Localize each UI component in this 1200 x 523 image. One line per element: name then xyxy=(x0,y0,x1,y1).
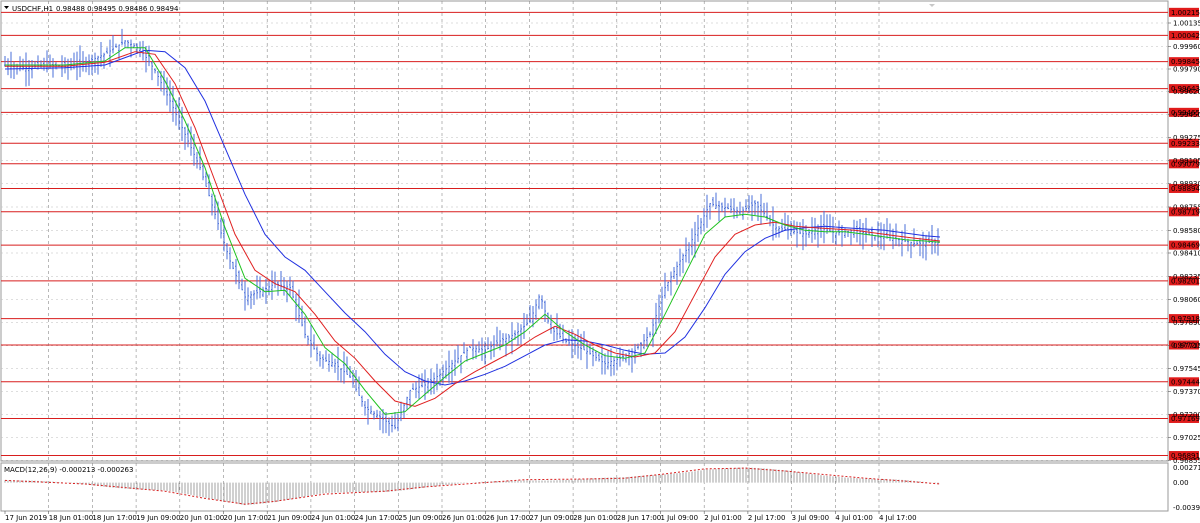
time-tick-label: 27 Jun 09:00 xyxy=(529,514,573,522)
symbol-label: USDCHF,H1 xyxy=(12,5,53,13)
time-tick-label: 4 Jul 01:00 xyxy=(835,514,873,522)
level-tag-label: 0.98469 xyxy=(1171,242,1200,250)
chart-canvas[interactable]: 1.002151.000420.998450.996430.994650.992… xyxy=(0,0,1200,523)
price-tick-label: 0.98410 xyxy=(1173,250,1200,258)
macd-tick-label: 0.00 xyxy=(1173,479,1189,487)
time-tick-label: 2 Jul 01:00 xyxy=(704,514,742,522)
symbol-header[interactable]: USDCHF,H1 0.98488 0.98495 0.98486 0.9849… xyxy=(4,5,179,13)
price-tick-label: 0.99790 xyxy=(1173,66,1200,74)
time-tick-label: 18 Jun 17:00 xyxy=(92,514,136,522)
time-tick-label: 1 Jul 09:00 xyxy=(661,514,699,522)
time-tick-label: 26 Jun 01:00 xyxy=(442,514,486,522)
macd-label: MACD(12,26,9) -0.000213 -0.000263 xyxy=(4,466,133,474)
time-tick-label: 18 Jun 01:00 xyxy=(49,514,93,522)
price-tick-label: 0.97890 xyxy=(1173,319,1200,327)
level-tag-label: 1.00042 xyxy=(1171,32,1200,40)
price-tick-label: 0.98755 xyxy=(1173,204,1200,212)
price-tick-label: 0.97200 xyxy=(1173,411,1200,419)
price-tick-label: 0.99960 xyxy=(1173,43,1200,51)
time-tick-label: 4 Jul 17:00 xyxy=(879,514,917,522)
price-tick-label: 0.97025 xyxy=(1173,434,1200,442)
level-tag-label: 0.97444 xyxy=(1171,378,1200,386)
price-tick-label: 0.98580 xyxy=(1173,227,1200,235)
price-tick-label: 0.98235 xyxy=(1173,273,1200,281)
time-tick-label: 24 Jun 01:00 xyxy=(311,514,355,522)
time-tick-label: 2 Jul 17:00 xyxy=(748,514,786,522)
time-tick-label: 21 Jun 09:00 xyxy=(267,514,311,522)
price-tick-label: 0.97715 xyxy=(1173,342,1200,350)
price-tick-label: 0.99620 xyxy=(1173,88,1200,96)
price-tick-label: 0.99450 xyxy=(1173,111,1200,119)
price-tick-label: 0.99105 xyxy=(1173,157,1200,165)
time-tick-label: 26 Jun 17:00 xyxy=(486,514,530,522)
time-tick-label: 20 Jun 01:00 xyxy=(180,514,224,522)
price-tick-label: 1.00135 xyxy=(1173,20,1200,28)
price-tick-label: 0.98930 xyxy=(1173,180,1200,188)
level-tag-label: 1.00215 xyxy=(1171,9,1200,17)
time-tick-label: 28 Jun 17:00 xyxy=(617,514,661,522)
time-tick-label: 24 Jun 17:00 xyxy=(355,514,399,522)
time-tick-label: 20 Jun 17:00 xyxy=(224,514,268,522)
macd-tick-label: 0.002712 xyxy=(1173,464,1200,472)
time-tick-label: 19 Jun 09:00 xyxy=(136,514,180,522)
price-tick-label: 0.97370 xyxy=(1173,388,1200,396)
time-tick-label: 17 Jun 2019 xyxy=(5,514,47,522)
macd-tick-label: -0.003939 xyxy=(1173,504,1200,512)
price-tick-label: 0.98060 xyxy=(1173,296,1200,304)
time-tick-label: 28 Jun 01:00 xyxy=(573,514,617,522)
ohlc-readout: 0.98488 0.98495 0.98486 0.98494 xyxy=(56,5,179,13)
price-tick-label: 0.99275 xyxy=(1173,134,1200,142)
chart-window[interactable]: 1.00215 1.00042 0.99845 0.99643 0.99465 0.992… xyxy=(0,0,1200,523)
price-tick-label: 0.97545 xyxy=(1173,365,1200,373)
time-tick-label: 25 Jun 09:00 xyxy=(398,514,442,522)
time-tick-label: 3 Jul 09:00 xyxy=(792,514,830,522)
